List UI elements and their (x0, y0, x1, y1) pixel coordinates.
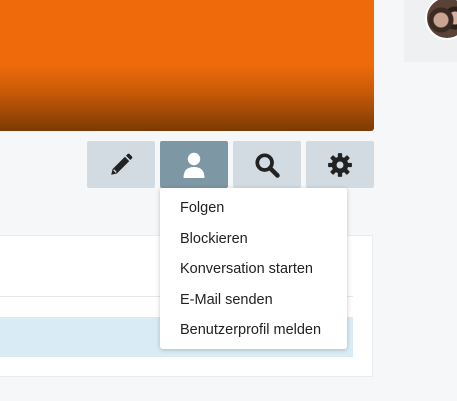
menu-item-start-conversation[interactable]: Konversation starten (160, 257, 347, 288)
settings-button[interactable] (306, 141, 374, 188)
user-icon (183, 152, 205, 178)
profile-cover-banner (0, 0, 374, 131)
search-button[interactable] (233, 141, 301, 188)
search-icon (255, 152, 280, 178)
gear-icon (328, 152, 352, 177)
menu-item-follow[interactable]: Folgen (160, 196, 347, 227)
user-menu-button[interactable] (160, 141, 228, 188)
edit-button[interactable] (87, 141, 155, 188)
pencil-icon (111, 153, 133, 175)
menu-item-block[interactable]: Blockieren (160, 227, 347, 258)
menu-item-report-profile[interactable]: Benutzerprofil melden (160, 318, 347, 349)
user-actions-dropdown: Folgen Blockieren Konversation starten E… (160, 188, 347, 349)
menu-item-send-email[interactable]: E-Mail senden (160, 288, 347, 319)
